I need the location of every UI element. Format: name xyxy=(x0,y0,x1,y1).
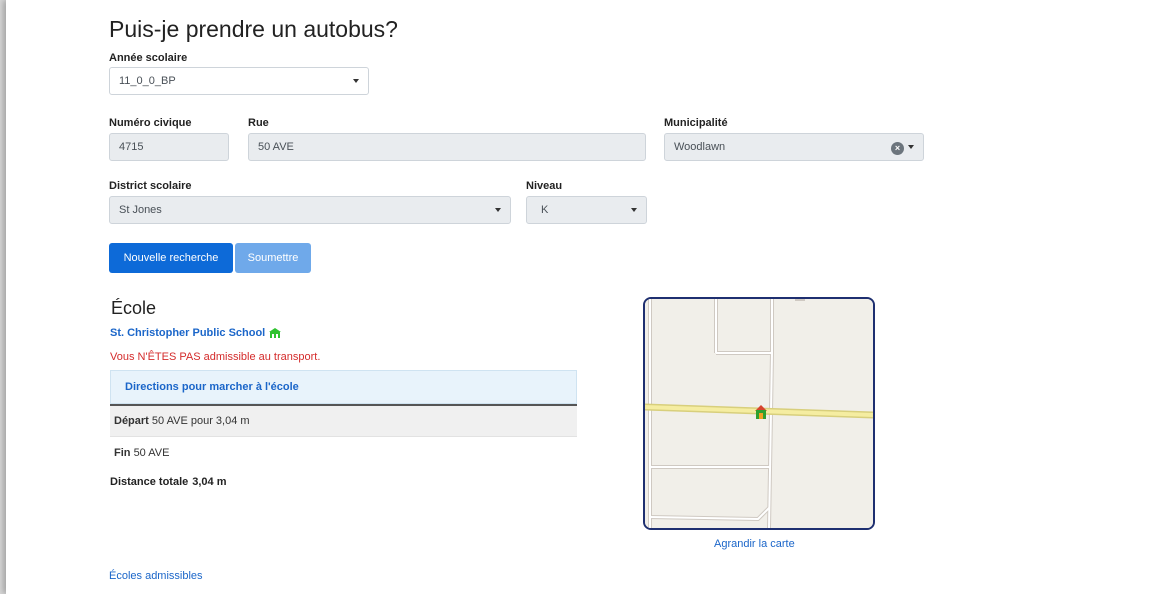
level-value: K xyxy=(541,204,549,216)
page-title: Puis-je prendre un autobus? xyxy=(109,16,398,42)
level-label: Niveau xyxy=(526,180,563,192)
civic-number-value: 4715 xyxy=(119,141,144,153)
chevron-down-icon xyxy=(908,145,914,149)
step-text: 50 AVE pour 3,04 m xyxy=(151,415,250,427)
municipality-value: Woodlawn xyxy=(674,141,726,153)
eligible-schools-link[interactable]: Écoles admissibles xyxy=(109,570,203,582)
total-distance-value: 3,04 m xyxy=(192,476,227,488)
level-select[interactable]: K xyxy=(526,196,647,224)
school-year-label: Année scolaire xyxy=(109,52,188,64)
chevron-down-icon xyxy=(495,208,501,212)
total-distance: Distance totale 3,04 m xyxy=(110,476,227,488)
submit-button[interactable]: Soumettre xyxy=(235,243,311,273)
school-bus-icon xyxy=(269,328,282,338)
municipality-select[interactable]: Woodlawn × xyxy=(664,133,924,161)
enlarge-map-link[interactable]: Agrandir la carte xyxy=(714,538,795,550)
direction-step: Fin 50 AVE xyxy=(110,438,577,467)
school-year-value: 11_0_0_BP xyxy=(119,75,176,87)
chevron-down-icon xyxy=(353,79,359,83)
school-heading: École xyxy=(111,298,157,318)
civic-number-field[interactable]: 4715 xyxy=(109,133,229,161)
school-link[interactable]: St. Christopher Public School xyxy=(110,327,282,339)
district-select[interactable]: St Jones xyxy=(109,196,511,224)
municipality-label: Municipalité xyxy=(664,117,728,129)
street-field[interactable]: 50 AVE xyxy=(248,133,646,161)
directions-header: Directions pour marcher à l'école xyxy=(110,370,577,404)
total-distance-label: Distance totale xyxy=(110,476,189,488)
direction-step: Départ 50 AVE pour 3,04 m xyxy=(110,406,577,437)
district-value: St Jones xyxy=(119,204,162,216)
street-value: 50 AVE xyxy=(258,141,294,153)
map[interactable] xyxy=(643,297,875,530)
school-year-select[interactable]: 11_0_0_BP xyxy=(109,67,369,95)
street-label: Rue xyxy=(248,117,269,129)
school-name: St. Christopher Public School xyxy=(110,327,266,339)
district-label: District scolaire xyxy=(109,180,192,192)
step-label: Départ xyxy=(114,415,149,427)
step-text: 50 AVE xyxy=(133,446,170,459)
eligibility-message: Vous N'ÊTES PAS admissible au transport. xyxy=(110,351,321,363)
step-label: Fin xyxy=(114,446,131,459)
new-search-button[interactable]: Nouvelle recherche xyxy=(109,243,233,273)
map-canvas xyxy=(645,299,873,528)
civic-number-label: Numéro civique xyxy=(109,117,192,129)
page: Puis-je prendre un autobus? Année scolai… xyxy=(6,0,1167,594)
chevron-down-icon xyxy=(631,208,637,212)
clear-icon[interactable]: × xyxy=(891,142,904,155)
